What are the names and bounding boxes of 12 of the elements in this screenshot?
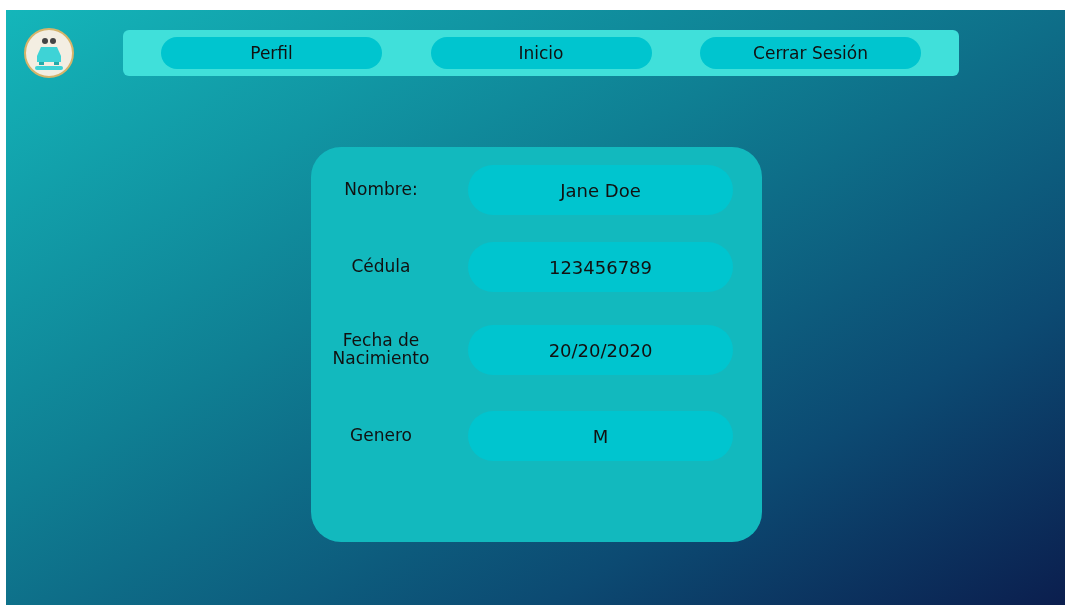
car-logo-icon	[24, 28, 74, 78]
field-label: Fecha de Nacimiento	[331, 332, 431, 368]
field-value: 123456789	[468, 242, 733, 292]
field-value: M	[468, 411, 733, 461]
field-label: Genero	[349, 427, 413, 445]
field-label: Cédula	[350, 258, 412, 276]
nav-button[interactable]: Inicio	[430, 37, 652, 69]
nav-button[interactable]: Cerrar Sesión	[700, 37, 921, 69]
nav-button[interactable]: Perfil	[161, 37, 382, 69]
field-value: 20/20/2020	[468, 325, 733, 375]
field-label: Nombre:	[343, 181, 419, 199]
field-value: Jane Doe	[468, 165, 733, 215]
